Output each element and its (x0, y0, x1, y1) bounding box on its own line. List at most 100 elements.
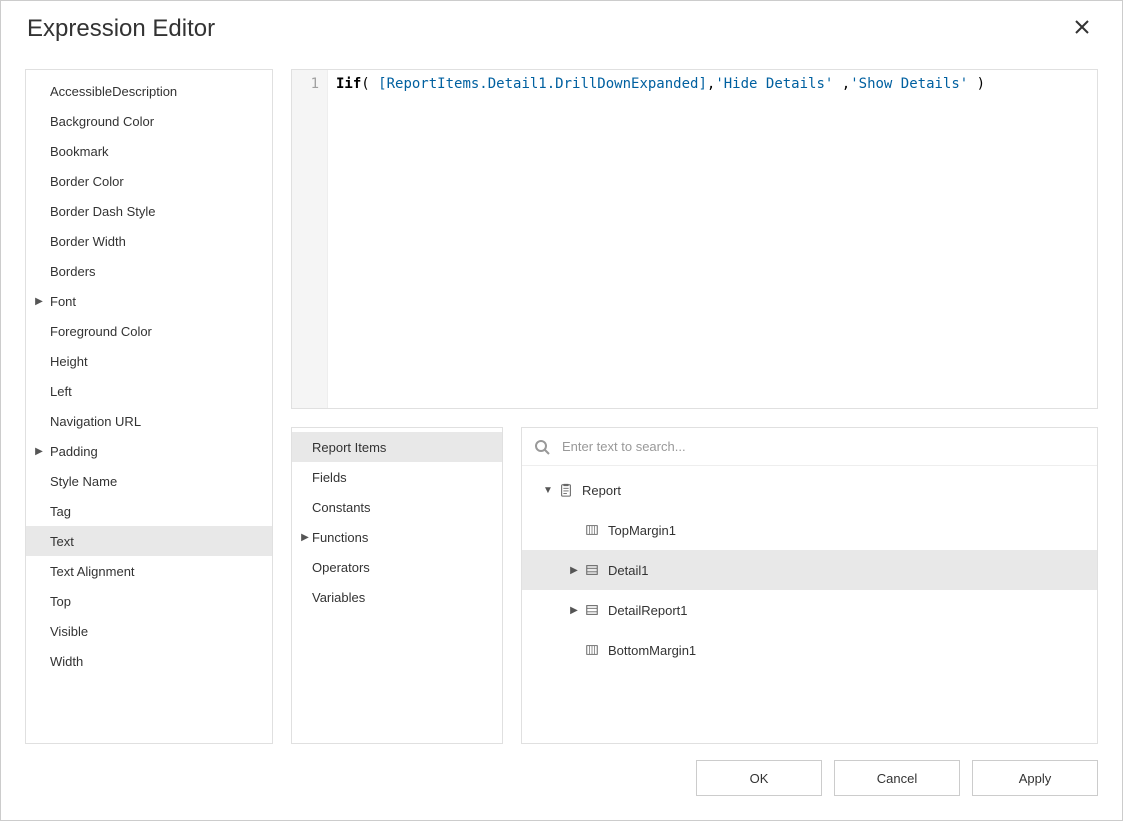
category-label: Functions (312, 530, 368, 545)
ok-button[interactable]: OK (696, 760, 822, 796)
expand-icon: ▶ (32, 296, 46, 307)
expr-comma2: , (842, 76, 850, 92)
expr-space (833, 76, 841, 92)
property-item[interactable]: AccessibleDescription (26, 76, 272, 106)
property-item[interactable]: ▶Padding (26, 436, 272, 466)
bars-icon (582, 523, 602, 537)
search-row (522, 428, 1097, 466)
categories-panel[interactable]: Report Items Fields Constants ▶Functions Ope… (291, 427, 503, 744)
tree-arrow-icon[interactable]: ▶ (566, 605, 582, 616)
close-button[interactable] (1068, 15, 1096, 43)
expr-close: ) (968, 76, 985, 92)
property-item[interactable]: Borders (26, 256, 272, 286)
property-label: Width (46, 654, 83, 669)
tree-node[interactable]: ▼ Report (522, 470, 1097, 510)
property-label: Borders (46, 264, 96, 279)
property-item[interactable]: Top (26, 586, 272, 616)
code-area[interactable]: Iif( [ReportItems.Detail1.DrillDownExpan… (328, 70, 1097, 408)
expand-icon: ▶ (298, 532, 312, 543)
expression-code-editor[interactable]: 1 Iif( [ReportItems.Detail1.DrillDownExp… (291, 69, 1098, 409)
property-label: Border Dash Style (46, 204, 156, 219)
search-icon (534, 439, 550, 455)
report-items-tree[interactable]: ▼ Report TopMargin1 ▶ Detail1 ▶ DetailReport1 B… (522, 466, 1097, 743)
property-label: Text Alignment (46, 564, 135, 579)
category-item[interactable]: Variables (292, 582, 502, 612)
band-icon (582, 603, 602, 617)
property-label: Border Width (46, 234, 126, 249)
property-item[interactable]: Navigation URL (26, 406, 272, 436)
property-label: Foreground Color (46, 324, 152, 339)
tree-node[interactable]: BottomMargin1 (522, 630, 1097, 670)
property-label: Padding (46, 444, 98, 459)
property-item[interactable]: Style Name (26, 466, 272, 496)
category-label: Fields (312, 470, 347, 485)
tree-arrow-icon[interactable]: ▼ (540, 485, 556, 496)
category-label: Constants (312, 500, 371, 515)
property-item[interactable]: Text (26, 526, 272, 556)
close-icon (1074, 19, 1090, 40)
property-item[interactable]: Bookmark (26, 136, 272, 166)
category-label: Report Items (312, 440, 386, 455)
property-label: Navigation URL (46, 414, 141, 429)
clipboard-icon (556, 483, 576, 497)
property-item[interactable]: Left (26, 376, 272, 406)
property-label: Left (46, 384, 72, 399)
tree-node[interactable]: TopMargin1 (522, 510, 1097, 550)
titlebar: Expression Editor (1, 1, 1122, 57)
category-item[interactable]: Operators (292, 552, 502, 582)
expr-arg: [ReportItems.Detail1.DrillDownExpanded] (378, 76, 707, 92)
property-item[interactable]: Height (26, 346, 272, 376)
expression-editor-window: Expression Editor AccessibleDescription B… (0, 0, 1123, 821)
search-input[interactable] (560, 438, 1085, 455)
property-item[interactable]: Foreground Color (26, 316, 272, 346)
property-label: AccessibleDescription (46, 84, 177, 99)
expr-str2: 'Show Details' (850, 76, 968, 92)
tree-node-label: BottomMargin1 (602, 643, 696, 658)
tree-arrow-icon[interactable]: ▶ (566, 565, 582, 576)
property-label: Style Name (46, 474, 117, 489)
property-label: Background Color (46, 114, 154, 129)
property-item[interactable]: Visible (26, 616, 272, 646)
band-icon (582, 563, 602, 577)
body: AccessibleDescription Background Color Boo… (1, 57, 1122, 744)
footer: OK Cancel Apply (1, 744, 1122, 820)
category-label: Variables (312, 590, 365, 605)
property-label: Font (46, 294, 76, 309)
category-item[interactable]: ▶Functions (292, 522, 502, 552)
tree-node-label: Report (576, 483, 621, 498)
property-item[interactable]: Border Color (26, 166, 272, 196)
tree-node-label: Detail1 (602, 563, 648, 578)
tree-node[interactable]: ▶ DetailReport1 (522, 590, 1097, 630)
property-item[interactable]: Background Color (26, 106, 272, 136)
cancel-button[interactable]: Cancel (834, 760, 960, 796)
property-item[interactable]: Tag (26, 496, 272, 526)
apply-button[interactable]: Apply (972, 760, 1098, 796)
line-gutter: 1 (292, 70, 328, 408)
expand-icon: ▶ (32, 446, 46, 457)
tree-node[interactable]: ▶ Detail1 (522, 550, 1097, 590)
tree-panel: ▼ Report TopMargin1 ▶ Detail1 ▶ DetailReport1 B… (521, 427, 1098, 744)
expr-str1: 'Hide Details' (715, 76, 833, 92)
property-label: Bookmark (46, 144, 109, 159)
property-item[interactable]: Border Dash Style (26, 196, 272, 226)
category-item[interactable]: Constants (292, 492, 502, 522)
property-item[interactable]: ▶Font (26, 286, 272, 316)
category-item[interactable]: Fields (292, 462, 502, 492)
category-item[interactable]: Report Items (292, 432, 502, 462)
right-column: 1 Iif( [ReportItems.Detail1.DrillDownExp… (291, 69, 1098, 744)
tree-node-label: DetailReport1 (602, 603, 688, 618)
property-label: Tag (46, 504, 71, 519)
tree-node-label: TopMargin1 (602, 523, 676, 538)
property-item[interactable]: Border Width (26, 226, 272, 256)
property-label: Top (46, 594, 71, 609)
property-item[interactable]: Text Alignment (26, 556, 272, 586)
line-number: 1 (292, 76, 319, 92)
property-label: Border Color (46, 174, 124, 189)
properties-panel[interactable]: AccessibleDescription Background Color Boo… (25, 69, 273, 744)
property-item[interactable]: Width (26, 646, 272, 676)
property-label: Text (46, 534, 74, 549)
bottom-panels: Report ItemsFieldsConstants▶FunctionsOpe… (291, 427, 1098, 744)
property-label: Height (46, 354, 88, 369)
category-label: Operators (312, 560, 370, 575)
expr-open: ( (361, 76, 378, 92)
